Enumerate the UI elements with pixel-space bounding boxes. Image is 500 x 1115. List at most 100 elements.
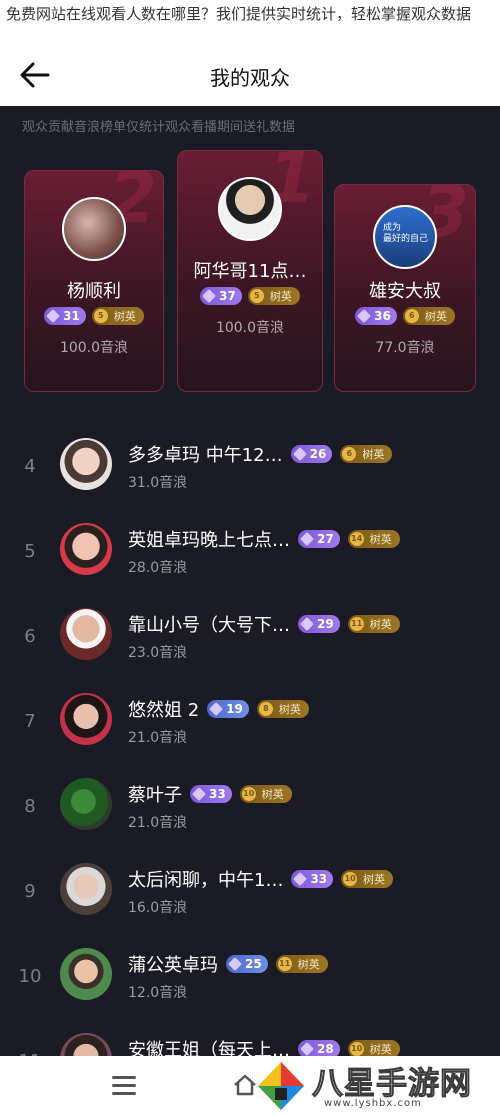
- menu-icon[interactable]: [112, 1076, 136, 1096]
- avatar: [60, 693, 112, 745]
- level-value: 33: [209, 787, 226, 801]
- list-item[interactable]: 11 安徽王姐（每天上… 28 10树英: [0, 1029, 500, 1056]
- gem-icon: [192, 787, 206, 801]
- level-value: 37: [219, 289, 236, 303]
- fan-level-icon: 10: [241, 787, 256, 801]
- level-badge: 19: [207, 700, 249, 718]
- viewer-name: 靠山小号（大号下…: [128, 615, 290, 636]
- fan-badge: 10 树英: [341, 870, 394, 888]
- fan-badge: 11 树英: [347, 615, 400, 633]
- avatar: [62, 197, 126, 261]
- gem-icon: [202, 289, 217, 303]
- viewer-score: 21.0音浪: [128, 730, 188, 746]
- fan-level-icon: 10: [343, 872, 358, 886]
- avatar: [60, 948, 112, 1000]
- viewer-score: 16.0音浪: [128, 900, 188, 916]
- rank-number: 4: [24, 456, 36, 477]
- fan-label: 树英: [369, 618, 392, 631]
- level-badge: 25: [226, 955, 268, 973]
- gem-icon: [357, 309, 372, 323]
- avatar: [60, 863, 112, 915]
- fan-badge: 5 树英: [247, 287, 300, 305]
- fan-badge: 5 树英: [91, 307, 144, 325]
- fan-badge: 10 树英: [347, 1040, 400, 1056]
- viewer-name: 太后闲聊，中午1…: [128, 870, 284, 891]
- fan-level-icon: 11: [277, 957, 292, 971]
- viewer-score: 28.0音浪: [128, 560, 188, 576]
- badge-group: 37 5 树英: [178, 287, 322, 305]
- level-value: 31: [63, 309, 80, 323]
- list-item[interactable]: 10 蒲公英卓玛 25 11 树英 12.0音浪: [0, 944, 500, 1029]
- fan-level-icon: 14: [349, 532, 364, 546]
- level-value: 33: [310, 872, 328, 886]
- viewer-name: 英姐卓玛晚上七点…: [128, 530, 290, 551]
- fan-label: 树英: [363, 873, 386, 886]
- list-item[interactable]: 4 多多卓玛 中午12… 26 6 树英 31.0音浪: [0, 434, 500, 519]
- level-badge: 26: [290, 445, 333, 463]
- fan-level-icon: 5: [249, 289, 264, 303]
- watermark-text: 八星手游网: [312, 1066, 472, 1103]
- level-value: 19: [226, 702, 243, 716]
- audience-ranking-panel: 观众贡献音浪榜单仅统计观众看播期间送礼数据 2 杨顺利 31 5 树英 100.0…: [0, 106, 500, 1056]
- rank-number: 6: [24, 626, 36, 647]
- viewer-score: 31.0音浪: [128, 475, 188, 491]
- viewer-score: 100.0音浪: [215, 320, 285, 336]
- gem-icon: [292, 447, 307, 461]
- fan-badge: 6 树英: [402, 307, 455, 325]
- viewer-name: 多多卓玛 中午12…: [128, 445, 283, 466]
- rank-number: 10: [18, 966, 42, 987]
- level-value: 28: [317, 1042, 334, 1056]
- list-item[interactable]: 6 靠山小号（大号下… 29 11 树英 23.0音浪: [0, 604, 500, 689]
- rank-number: 7: [24, 711, 36, 732]
- viewer-name: 雄安大叔: [369, 281, 441, 302]
- level-value: 29: [317, 617, 334, 631]
- avatar: [60, 778, 112, 830]
- viewer-score: 77.0音浪: [375, 340, 435, 356]
- gem-icon: [293, 872, 308, 886]
- fan-label: 树英: [278, 703, 301, 716]
- list-item[interactable]: 8 蔡叶子 33 10 树英 21.0音浪: [0, 774, 500, 859]
- badge-group: 31 5 树英: [25, 307, 163, 325]
- level-badge: 37: [200, 287, 242, 305]
- gem-icon: [300, 532, 314, 546]
- fan-label: 树英: [369, 533, 392, 546]
- rank-number: 5: [24, 541, 36, 562]
- fan-badge: 10 树英: [239, 785, 292, 803]
- fan-level-icon: 8: [258, 702, 273, 716]
- viewer-score: 12.0音浪: [128, 985, 188, 1001]
- fan-label: 树英: [424, 310, 447, 323]
- avatar: [218, 177, 282, 241]
- avatar: [60, 523, 112, 575]
- fan-badge: 14 树英: [347, 530, 400, 548]
- viewer-name: 阿华哥11点…: [193, 261, 307, 282]
- page-title: 我的观众: [210, 66, 290, 90]
- fan-level-icon: 11: [349, 617, 364, 631]
- level-badge: 33: [291, 870, 334, 888]
- gem-icon: [228, 957, 242, 971]
- ranking-description: 观众贡献音浪榜单仅统计观众看播期间送礼数据: [22, 120, 296, 135]
- fan-label: 树英: [269, 290, 292, 303]
- fan-label: 树英: [297, 958, 320, 971]
- fan-badge: 11 树英: [275, 955, 328, 973]
- avatar: 成为 最好的自己: [373, 205, 437, 269]
- list-item[interactable]: 7 悠然姐 2 19 8 树英 21.0音浪: [0, 689, 500, 774]
- list-item[interactable]: 9 太后闲聊，中午1… 33 10 树英 16.0音浪: [0, 859, 500, 944]
- watermark: 八星手游网 www.lyshbx.com: [254, 1058, 500, 1114]
- level-value: 26: [309, 447, 327, 461]
- app-header: 我的观众: [0, 48, 500, 104]
- watermark-logo-icon: [258, 1062, 304, 1110]
- viewer-score: 23.0音浪: [128, 645, 188, 661]
- level-badge: 33: [190, 785, 232, 803]
- gem-icon: [300, 1042, 314, 1056]
- viewer-name: 蔡叶子: [128, 785, 182, 806]
- fan-level-icon: 6: [404, 309, 419, 323]
- level-badge: 28: [298, 1040, 340, 1056]
- podium-rank-1[interactable]: 1 阿华哥11点… 37 5 树英 100.0音浪: [177, 150, 323, 392]
- list-item[interactable]: 5 英姐卓玛晚上七点… 27 14 树英 28.0音浪: [0, 519, 500, 604]
- rank-number: 9: [24, 881, 36, 902]
- podium-rank-3[interactable]: 3 成为 最好的自己 雄安大叔 36 6 树英 77.0音浪: [334, 184, 476, 392]
- bottom-navigation: 八星手游网 www.lyshbx.com: [0, 1056, 500, 1115]
- fan-label: 树英: [362, 448, 385, 461]
- podium-rank-2[interactable]: 2 杨顺利 31 5 树英 100.0音浪: [24, 170, 164, 392]
- rank-number: 8: [24, 796, 36, 817]
